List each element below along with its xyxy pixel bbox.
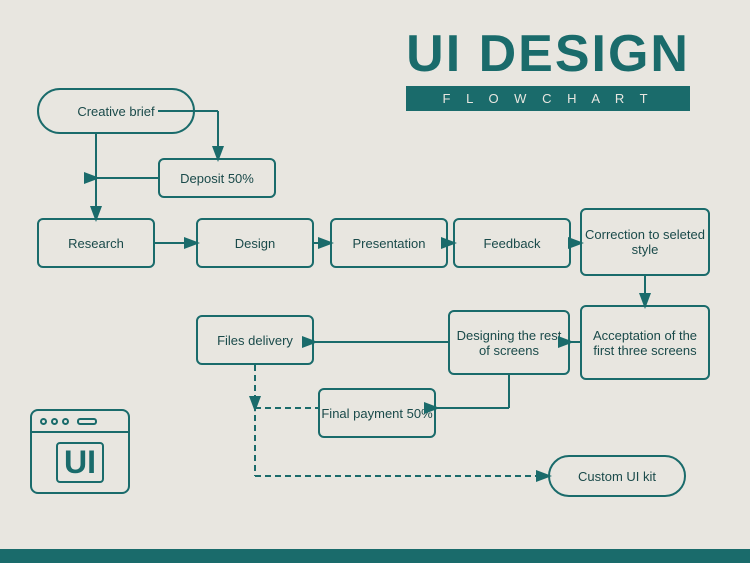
sub-title: F L O W C H A R T: [406, 86, 690, 111]
main-container: UI DESIGN F L O W C H A R T Creative bri…: [0, 0, 750, 563]
feedback-box: Feedback: [453, 218, 571, 268]
creative-brief-box: Creative brief: [37, 88, 195, 134]
ui-icon: UI: [30, 409, 130, 494]
acceptation-box: Acceptation of the first three screens: [580, 305, 710, 380]
design-box: Design: [196, 218, 314, 268]
presentation-box: Presentation: [330, 218, 448, 268]
files-delivery-box: Files delivery: [196, 315, 314, 365]
correction-box: Correction to seleted style: [580, 208, 710, 276]
title-area: UI DESIGN F L O W C H A R T: [406, 28, 690, 111]
designing-rest-box: Designing the rest of screens: [448, 310, 570, 375]
custom-ui-kit-box: Custom UI kit: [548, 455, 686, 497]
deposit-box: Deposit 50%: [158, 158, 276, 198]
final-payment-box: Final payment 50%: [318, 388, 436, 438]
research-box: Research: [37, 218, 155, 268]
main-title: UI DESIGN: [406, 28, 690, 80]
